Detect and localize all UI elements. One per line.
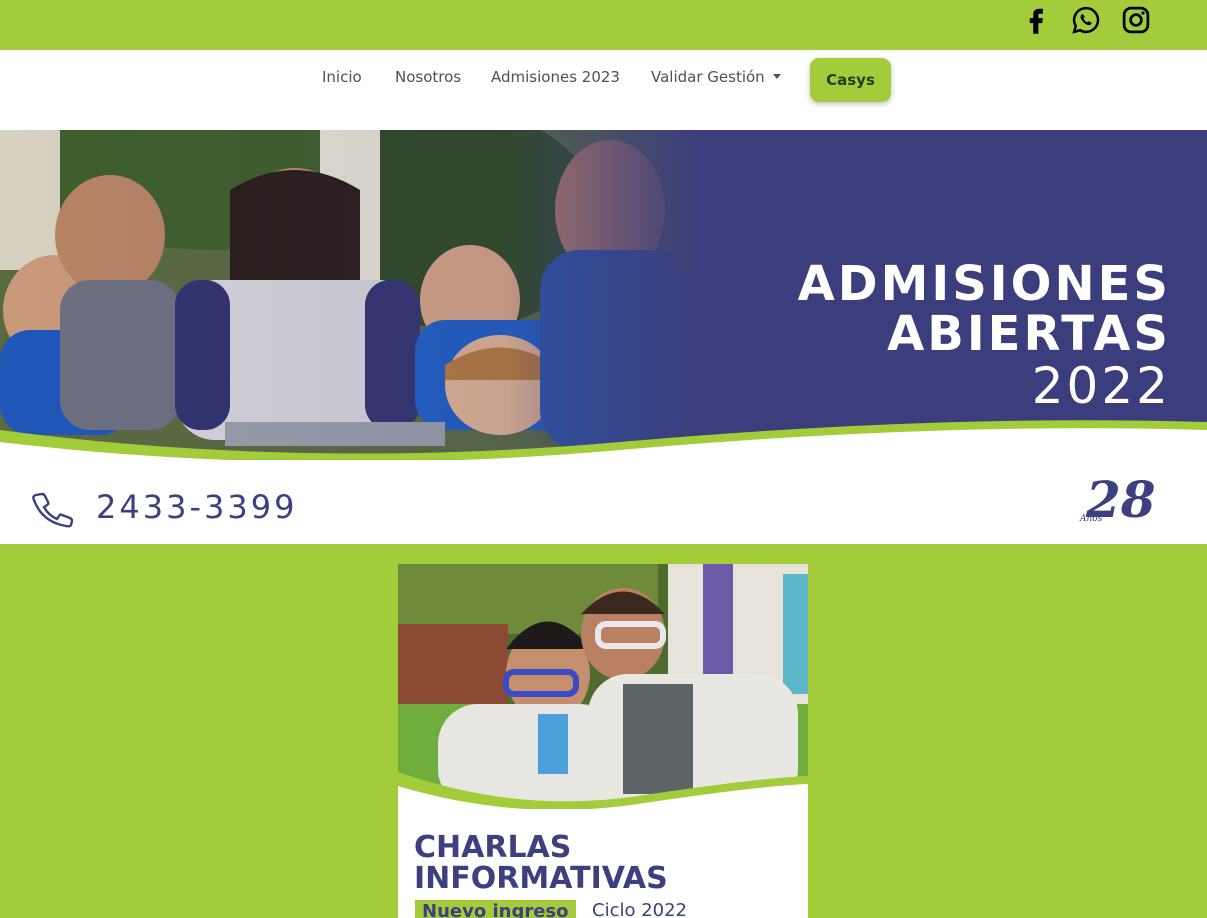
social-topbar [0, 0, 1207, 50]
nav-validar-gestion-label: Validar Gestión [651, 68, 765, 86]
years-logo: 28 Años [1080, 470, 1175, 530]
casys-button[interactable]: Casys [810, 58, 891, 102]
card-title-line1: CHARLAS [414, 830, 572, 865]
nav-inicio[interactable]: Inicio [322, 68, 362, 86]
new-enrollment-badge: Nuevo ingreso [415, 900, 576, 918]
hero-year: 2022 [1031, 357, 1171, 415]
phone-icon [32, 492, 74, 528]
admissions-banner[interactable]: ADMISIONES ABIERTAS 2022 2433-3399 28 Añ… [0, 130, 1207, 544]
hero-title-line1: ADMISIONES [797, 256, 1171, 312]
main-navbar: Inicio Nosotros Admisiones 2023 Validar … [0, 50, 1207, 130]
card-title-line2: INFORMATIVAS [414, 861, 668, 896]
kids-science-photo [398, 564, 808, 809]
facebook-link[interactable] [1020, 4, 1052, 36]
years-label: Años [1080, 514, 1103, 524]
hero-phone-number: 2433-3399 [96, 488, 298, 526]
instagram-icon [1122, 6, 1150, 34]
nav-nosotros[interactable]: Nosotros [395, 68, 461, 86]
whatsapp-link[interactable] [1070, 4, 1102, 36]
nav-admisiones-2023[interactable]: Admisiones 2023 [491, 68, 620, 86]
hero-title-line2: ABIERTAS [887, 306, 1171, 362]
nav-validar-gestion-dropdown[interactable]: Validar Gestión [651, 68, 781, 86]
whatsapp-icon [1072, 6, 1100, 34]
facebook-icon [1029, 8, 1043, 34]
card-cycle: Ciclo 2022 [592, 900, 688, 918]
caret-down-icon [772, 74, 781, 79]
charlas-card[interactable]: CHARLAS INFORMATIVAS Nuevo ingreso Ciclo… [398, 564, 808, 918]
instagram-link[interactable] [1120, 4, 1152, 36]
card-title: CHARLAS INFORMATIVAS [414, 832, 668, 894]
